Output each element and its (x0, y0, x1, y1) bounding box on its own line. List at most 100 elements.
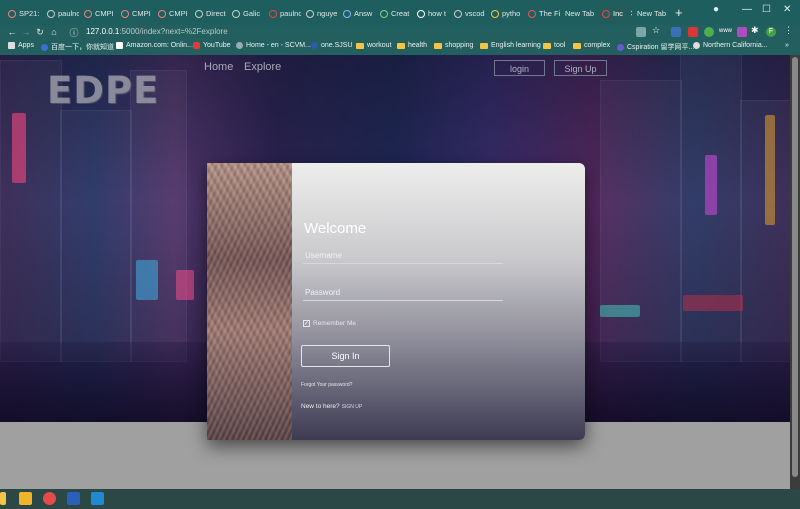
maximize-button[interactable]: ☐ (762, 4, 771, 15)
signup-button[interactable]: Sign Up (554, 60, 607, 76)
back-icon[interactable]: ← (5, 27, 19, 37)
site-logo[interactable]: EDPE (47, 69, 159, 112)
bookmark-label: one.SJSU (321, 42, 353, 49)
site-info-icon[interactable]: ⓘ (67, 26, 81, 39)
file-explorer-icon[interactable] (19, 492, 32, 505)
extension-icon[interactable] (688, 27, 698, 37)
tab-label: SP21: (19, 9, 40, 18)
page-scrollbar[interactable] (790, 55, 800, 489)
bookmark-item[interactable]: one.SJSU (311, 42, 353, 49)
tab-favicon-icon (121, 9, 129, 18)
browser-tab[interactable]: nguye (302, 4, 338, 23)
bookmark-label: Northern California... (703, 42, 768, 49)
home-icon[interactable]: ⌂ (47, 27, 61, 37)
forgot-password-link[interactable]: Forgot Your password? (301, 382, 352, 388)
google-icon (417, 9, 425, 18)
profile-avatar[interactable]: F (766, 27, 776, 37)
folder-icon (480, 42, 488, 49)
bookmark-item[interactable]: tool (543, 42, 565, 49)
new-user-prompt: New to here? SIGN UP (301, 403, 362, 410)
bookmark-item[interactable]: Amazon.com: Onlin... (116, 42, 193, 49)
bookmark-label: Apps (18, 42, 34, 49)
app-icon[interactable] (0, 492, 6, 505)
extension-icon[interactable] (737, 27, 747, 37)
tab-label: nguye (317, 9, 338, 18)
reload-icon[interactable]: ↻ (33, 27, 47, 38)
browser-tab[interactable]: New Tab (633, 4, 671, 23)
tab-label: New Tab (565, 9, 595, 18)
bookmark-item[interactable]: shopping (434, 42, 473, 49)
browser-tab[interactable]: The Fi (524, 4, 560, 23)
login-button[interactable]: login (494, 60, 545, 76)
close-window-button[interactable]: ✕ (783, 4, 791, 15)
browser-tab[interactable]: paulnc (43, 4, 79, 23)
bookmark-item[interactable]: Northern California... (693, 42, 768, 49)
tab-favicon-icon (158, 9, 166, 18)
nav-home-link[interactable]: Home (204, 61, 233, 73)
word-icon[interactable] (67, 492, 80, 505)
bookmark-item[interactable]: 百度一下，你就知道 (41, 42, 114, 52)
close-tab-icon[interactable]: ✕ (630, 9, 632, 18)
browser-tab-active[interactable]: Inc ✕ (598, 4, 632, 23)
bookmark-item[interactable]: Home - en - SCVM... (236, 42, 311, 49)
browser-tab[interactable]: CMPI (80, 4, 116, 23)
tab-label: vscod (465, 9, 485, 18)
browser-tab[interactable]: paulnc (265, 4, 301, 23)
signup-link[interactable]: SIGN UP (342, 404, 363, 410)
tab-label: Direct (206, 9, 226, 18)
browser-tab[interactable]: Answ (339, 4, 375, 23)
bookmark-item[interactable]: Apps (8, 42, 34, 49)
bookmarks-overflow-icon[interactable]: » (785, 42, 789, 49)
translate-icon[interactable] (636, 27, 646, 37)
address-bar[interactable]: 127.0.0.1:5000/index?next=%2Fexplore (86, 25, 228, 39)
browser-tab[interactable]: Galic (228, 4, 264, 23)
browser-tab[interactable]: Creat (376, 4, 412, 23)
scrollbar-thumb[interactable] (792, 57, 798, 477)
folder-icon (434, 42, 442, 49)
bookmark-item[interactable]: English learning (480, 42, 541, 49)
snipping-tool-icon[interactable] (43, 492, 56, 505)
site-icon (311, 42, 318, 49)
extension-badge[interactable]: www (719, 28, 733, 38)
folder-icon (397, 42, 405, 49)
browser-tab[interactable]: CMPI (154, 4, 190, 23)
login-card: Welcome ✓ Remember Me Sign In Forgot You… (207, 163, 585, 440)
browser-tab[interactable]: how t (413, 4, 449, 23)
browser-tab[interactable]: pytho (487, 4, 523, 23)
extension-icon[interactable] (671, 27, 681, 37)
remember-me[interactable]: ✓ Remember Me (303, 320, 356, 327)
tab-favicon-icon (380, 9, 388, 18)
amazon-icon (116, 42, 123, 49)
bookmark-item[interactable]: complex (573, 42, 610, 49)
browser-tab[interactable]: CMPI (117, 4, 153, 23)
tab-search-icon[interactable]: ● (713, 4, 719, 15)
background-building (60, 110, 132, 362)
bookmark-item[interactable]: health (397, 42, 427, 49)
forward-icon[interactable]: → (19, 27, 33, 37)
browser-tab[interactable]: vscod (450, 4, 486, 23)
vscode-icon[interactable] (91, 492, 104, 505)
star-icon[interactable]: ☆ (652, 25, 662, 35)
minimize-button[interactable]: — (742, 4, 752, 15)
sign-in-button[interactable]: Sign In (301, 345, 390, 367)
browser-tab[interactable]: New Tab (561, 4, 597, 23)
menu-kebab-icon[interactable]: ⋮ (784, 25, 794, 35)
password-field[interactable] (303, 285, 503, 301)
bookmark-label: English learning (491, 42, 541, 49)
bookmark-label: 百度一下，你就知道 (51, 44, 114, 51)
checkbox-checked-icon[interactable]: ✓ (303, 320, 310, 327)
browser-tab[interactable]: Direct (191, 4, 227, 23)
nav-explore-link[interactable]: Explore (244, 61, 281, 73)
login-form: Welcome ✓ Remember Me Sign In Forgot You… (292, 163, 585, 440)
new-tab-button[interactable]: + (675, 5, 683, 20)
browser-tab[interactable]: SP21: (4, 4, 42, 23)
puzzle-icon[interactable]: ✱ (751, 25, 761, 35)
extension-icon[interactable] (704, 27, 714, 37)
gmail-icon (269, 9, 277, 18)
bookmark-item[interactable]: YouTube (193, 42, 231, 49)
username-field[interactable] (303, 248, 503, 264)
bookmark-item[interactable]: Cspiration 留学网平... (617, 42, 694, 52)
bookmark-item[interactable]: workout (356, 42, 392, 49)
tab-label: how t (428, 9, 446, 18)
tab-favicon-icon (84, 9, 92, 18)
